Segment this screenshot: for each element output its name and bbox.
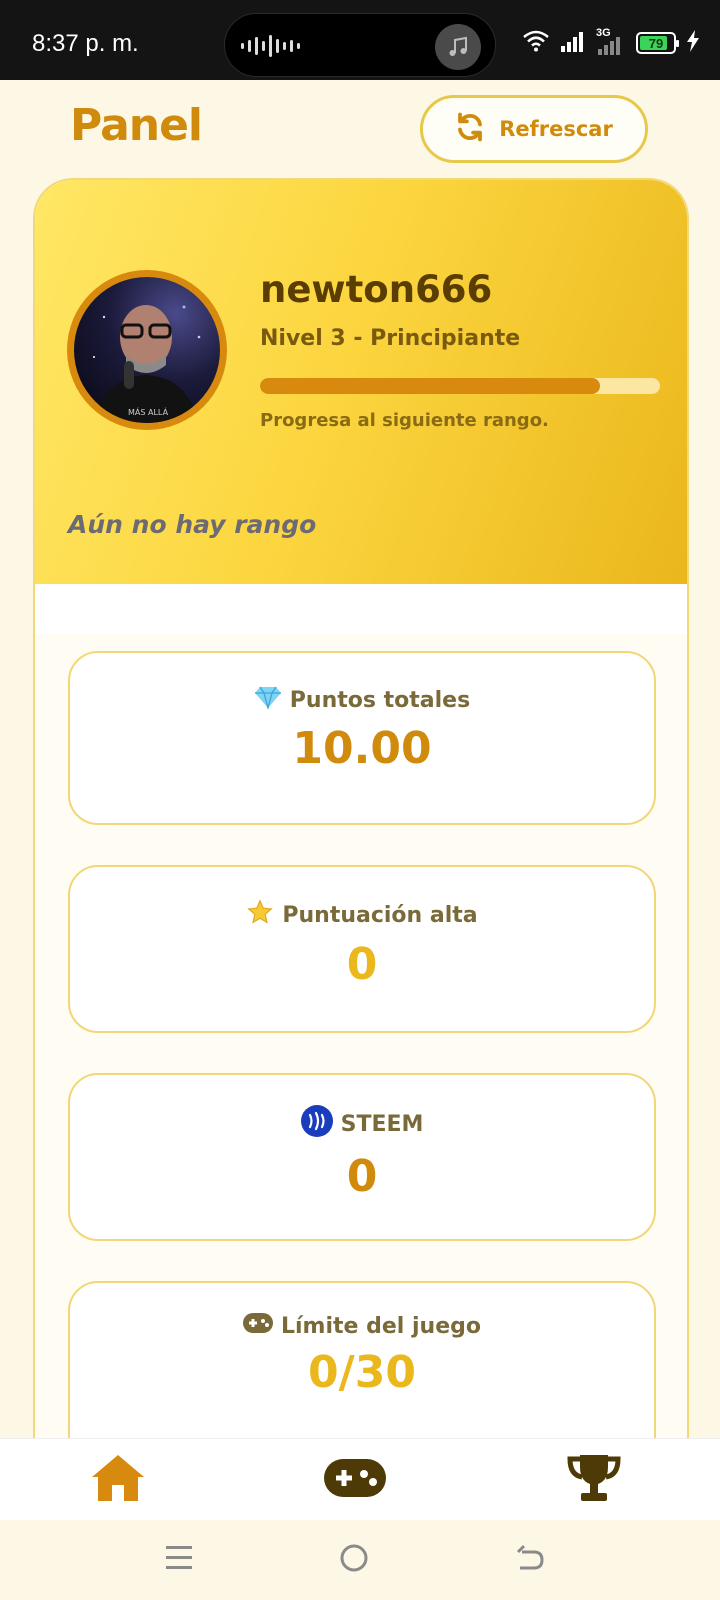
nav-game[interactable] xyxy=(324,1453,386,1507)
stat-value: 0 xyxy=(346,939,378,990)
avatar[interactable]: MÁS ALLÁ xyxy=(67,270,227,430)
nav-leaderboard[interactable] xyxy=(564,1453,624,1507)
nav-home[interactable] xyxy=(88,1453,148,1507)
star-icon xyxy=(246,899,274,931)
bottom-nav xyxy=(0,1438,720,1520)
dynamic-island[interactable] xyxy=(224,13,496,77)
steem-icon xyxy=(300,1105,333,1143)
profile-section: MÁS ALLÁ newton666 Nivel 3 - Principiant… xyxy=(35,180,687,584)
battery-level: 79 xyxy=(648,35,664,51)
status-bar: 8:37 p. m. 3G 79 xyxy=(0,0,720,80)
home-circle-icon[interactable] xyxy=(338,1542,370,1578)
refresh-label: Refrescar xyxy=(499,117,613,141)
audio-wave-icon xyxy=(241,34,301,58)
stat-label: STEEM xyxy=(340,1111,424,1137)
gamepad-icon xyxy=(324,1459,386,1501)
gem-icon xyxy=(254,685,282,715)
battery-icon: 79 xyxy=(636,32,679,54)
page-title: Panel xyxy=(70,100,203,151)
stat-value: 0 xyxy=(346,1151,378,1202)
level-progress-bar xyxy=(260,378,660,394)
music-note-icon[interactable] xyxy=(435,24,481,70)
progress-caption: Progresa al siguiente rango. xyxy=(260,410,549,431)
stat-card-total-points: Puntos totales 10.00 xyxy=(68,651,656,825)
status-icons: 3G 79 xyxy=(522,27,700,56)
refresh-button[interactable]: Refrescar xyxy=(420,95,648,163)
system-navigation-bar xyxy=(0,1520,720,1600)
refresh-icon xyxy=(455,112,485,147)
menu-icon[interactable] xyxy=(164,1542,194,1578)
level-progress-fill xyxy=(260,378,600,394)
avatar-image: MÁS ALLÁ xyxy=(74,277,220,423)
network-signal-3g: 3G xyxy=(596,27,626,55)
back-icon[interactable] xyxy=(514,1542,546,1578)
level-label: Nivel 3 - Principiante xyxy=(260,326,521,351)
stat-value: 0/30 xyxy=(308,1347,416,1398)
trophy-icon xyxy=(566,1453,622,1507)
stat-label: Puntos totales xyxy=(289,687,471,713)
signal-icon xyxy=(560,30,586,56)
stat-card-high-score: Puntuación alta 0 xyxy=(68,865,656,1033)
stat-value: 10.00 xyxy=(292,723,432,774)
dashboard-card: MÁS ALLÁ newton666 Nivel 3 - Principiant… xyxy=(33,178,689,1478)
status-time: 8:37 p. m. xyxy=(32,30,139,57)
stat-label: Límite del juego xyxy=(281,1313,481,1339)
charging-icon xyxy=(686,30,700,56)
svg-text:MÁS ALLÁ: MÁS ALLÁ xyxy=(128,406,169,417)
stat-card-steem: STEEM 0 xyxy=(68,1073,656,1241)
divider-band xyxy=(35,584,687,634)
wifi-icon xyxy=(522,30,550,56)
home-icon xyxy=(90,1453,146,1507)
rank-label: Aún no hay rango xyxy=(68,510,317,539)
stat-label: Puntuación alta xyxy=(282,902,478,928)
username: newton666 xyxy=(260,268,493,311)
gamepad-icon xyxy=(243,1313,273,1339)
